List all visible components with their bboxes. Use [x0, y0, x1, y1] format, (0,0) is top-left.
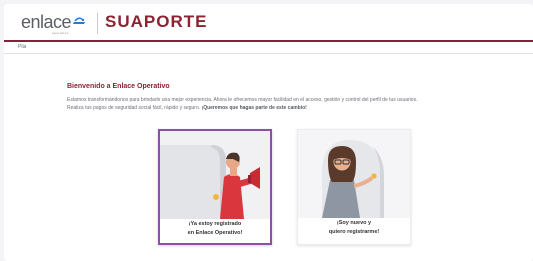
registered-card-line-1: ¡Ya estoy registrado — [188, 221, 242, 227]
page-title: Bienvenido a Enlace Operativo — [67, 83, 170, 90]
registered-user-illustration — [160, 131, 270, 219]
breadcrumb-divider — [4, 53, 533, 54]
description-line-1: Estamos transformándonos para brindarle … — [67, 97, 418, 103]
page-description: Estamos transformándonos para brindarle … — [67, 96, 527, 112]
enlace-logo-mark-icon — [73, 17, 85, 24]
registered-user-card[interactable]: ¡Ya estoy registrado en Enlace Operativo… — [158, 129, 272, 245]
enlace-logo[interactable]: enlace — [21, 13, 72, 31]
new-user-card-line-2: quiero registrarme! — [328, 229, 380, 235]
description-emphasis: ¡Queremos que hagas parte de este cambio… — [201, 105, 307, 111]
new-user-card-label: ¡Soy nuevo y quiero registrarme! — [298, 219, 410, 237]
header-divider — [4, 40, 533, 42]
top-header: enlace operativo SUAPORTE — [4, 4, 533, 40]
new-user-card-line-1: ¡Soy nuevo y — [336, 220, 372, 226]
new-user-card[interactable]: ¡Soy nuevo y quiero registrarme! — [297, 129, 411, 245]
description-line-2: Realiza tus pagos de seguridad social fá… — [67, 105, 202, 111]
breadcrumb[interactable]: Pila — [18, 44, 26, 50]
logo-divider — [97, 13, 98, 34]
enlace-logo-tagline: operativo — [52, 31, 69, 35]
registered-card-line-2: en Enlace Operativo! — [187, 230, 243, 236]
app-frame: enlace operativo SUAPORTE Pila Bienvenid… — [4, 4, 533, 261]
registered-card-label: ¡Ya estoy registrado en Enlace Operativo… — [160, 220, 270, 238]
suaporte-logo[interactable]: SUAPORTE — [105, 13, 207, 31]
new-user-illustration — [298, 130, 410, 218]
